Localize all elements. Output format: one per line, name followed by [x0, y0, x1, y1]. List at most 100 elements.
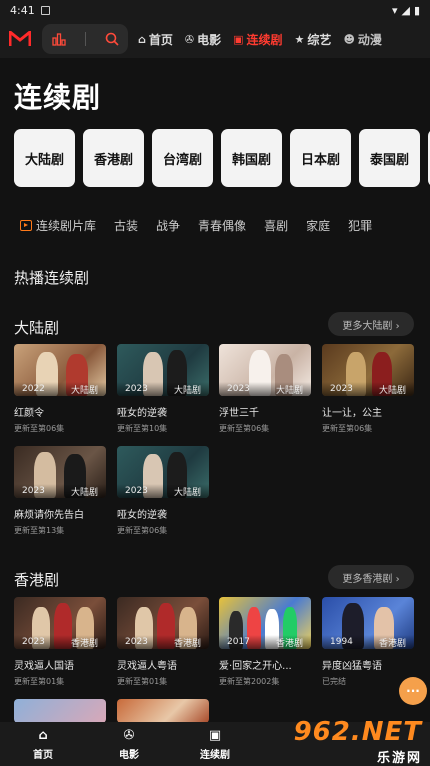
- episode-status: 更新至第13集: [14, 526, 65, 535]
- film-reel-icon: ✇: [123, 727, 135, 743]
- bottom-tab-series[interactable]: ▣ 连续剧: [172, 722, 258, 766]
- show-card[interactable]: 1994 香港剧 异度凶猛粤语 已完结: [322, 597, 414, 687]
- filter-item[interactable]: 战争: [156, 217, 180, 234]
- show-card[interactable]: 2023 香港剧 灵戏逼人国语 更新至第01集: [14, 597, 106, 687]
- show-card-partial[interactable]: [14, 699, 106, 723]
- poster-badge: 2023 大陆剧: [322, 382, 414, 396]
- poster-badge: 2023 大陆剧: [219, 382, 311, 396]
- tab-home[interactable]: ⌂ 首页: [138, 31, 173, 48]
- app-logo[interactable]: [0, 31, 40, 47]
- more-hongkong-button[interactable]: 更多香港剧 ›: [328, 565, 414, 589]
- region-chips: 大陆剧 香港剧 台湾剧 韩国剧 日本剧 泰国剧: [14, 129, 430, 187]
- region-chip[interactable]: 香港剧: [83, 129, 144, 187]
- section-title: 香港剧: [14, 571, 60, 589]
- poster-image: 2022 大陆剧: [14, 344, 106, 396]
- poster-badge: 2023 大陆剧: [117, 484, 209, 498]
- bottom-tab-label: 连续剧: [200, 749, 230, 761]
- tv-icon: ▣: [233, 32, 244, 46]
- episode-status: 更新至第06集: [322, 424, 373, 433]
- show-title: 灵戏逼人国语: [14, 661, 74, 672]
- poster-badge: 1994 香港剧: [322, 635, 414, 649]
- poster-image: 2023 大陆剧: [219, 344, 311, 396]
- signal-icon: ◢: [401, 3, 410, 17]
- tab-variety[interactable]: ★ 综艺: [295, 31, 332, 48]
- watermark-text: 乐游网: [376, 750, 422, 766]
- ranking-icon[interactable]: [51, 32, 66, 46]
- region-chip[interactable]: 大陆剧: [14, 129, 75, 187]
- search-bar[interactable]: [42, 24, 128, 54]
- filter-item[interactable]: 喜剧: [264, 217, 288, 234]
- show-title: 让一让，公主: [322, 408, 382, 419]
- watermark-logo: 962.NET: [293, 716, 422, 747]
- region-chip[interactable]: 台湾剧: [152, 129, 213, 187]
- show-card[interactable]: 2017 香港剧 爱·回家之开心... 更新至第2002集: [219, 597, 311, 687]
- tv-icon: ▣: [208, 727, 222, 743]
- filter-item[interactable]: 犯罪: [348, 217, 372, 234]
- show-card-partial[interactable]: [117, 699, 209, 723]
- more-options-fab[interactable]: ···: [399, 677, 427, 705]
- poster-image: 2023 香港剧: [14, 597, 106, 649]
- site-watermark: 962.NET 乐游网: [290, 716, 430, 766]
- battery-icon: ▮: [413, 3, 420, 17]
- series-library-link[interactable]: 连续剧片库: [20, 217, 96, 234]
- status-bar: 4:41 ▾ ◢ ▮: [0, 0, 430, 20]
- section-title: 大陆剧: [14, 319, 60, 337]
- region-chip[interactable]: 泰国剧: [359, 129, 420, 187]
- bottom-tab-movies[interactable]: ✇ 电影: [86, 722, 172, 766]
- tab-label: 动漫: [357, 32, 382, 47]
- filter-label: 连续剧片库: [36, 219, 97, 233]
- show-card[interactable]: 2023 大陆剧 麻烦请你先告白 更新至第13集: [14, 446, 106, 536]
- episode-status: 更新至第06集: [14, 424, 65, 433]
- show-title: 哑女的逆袭: [117, 408, 167, 419]
- poster-image: 2023 大陆剧: [14, 446, 106, 498]
- show-title: 灵戏逼人粤语: [117, 661, 177, 672]
- tab-series[interactable]: ▣ 连续剧: [233, 31, 282, 48]
- bottom-tab-home[interactable]: ⌂ 首页: [0, 722, 86, 766]
- poster-image: [117, 699, 209, 723]
- episode-status: 更新至第06集: [219, 424, 270, 433]
- poster-image: 2023 香港剧: [117, 597, 209, 649]
- episode-status: 更新至第01集: [117, 677, 168, 686]
- episode-status: 更新至第06集: [117, 526, 168, 535]
- poster-image: 1994 香港剧: [322, 597, 414, 649]
- show-title: 红颜令: [14, 408, 44, 419]
- home-icon: ⌂: [138, 32, 146, 46]
- tab-label: 首页: [148, 32, 173, 47]
- star-icon: ★: [294, 32, 305, 46]
- poster-badge: 2023 香港剧: [117, 635, 209, 649]
- poster-badge: 2023 香港剧: [14, 635, 106, 649]
- poster-badge: 2022 大陆剧: [14, 382, 106, 396]
- genre-filters: 连续剧片库 古装 战争 青春偶像 喜剧 家庭 犯罪: [20, 217, 372, 234]
- tab-label: 连续剧: [246, 32, 283, 47]
- wifi-icon: ▾: [391, 3, 398, 17]
- tab-movies[interactable]: ✇ 电影: [185, 31, 221, 48]
- play-library-icon: [20, 220, 32, 231]
- show-card[interactable]: 2022 大陆剧 红颜令 更新至第06集: [14, 344, 106, 434]
- tab-anime[interactable]: ☻ 动漫: [343, 31, 381, 48]
- nav-tabs: ⌂ 首页 ✇ 电影 ▣ 连续剧 ★ 综艺 ☻ 动漫: [138, 31, 382, 48]
- show-title: 异度凶猛粤语: [322, 661, 382, 672]
- search-icon[interactable]: [105, 32, 119, 46]
- show-card[interactable]: 2023 大陆剧 浮世三千 更新至第06集: [219, 344, 311, 434]
- episode-status: 更新至第2002集: [219, 677, 280, 686]
- region-chip[interactable]: 日本剧: [290, 129, 351, 187]
- poster-badge: 2017 香港剧: [219, 635, 311, 649]
- show-card[interactable]: 2023 大陆剧 哑女的逆袭 更新至第06集: [117, 446, 209, 536]
- show-title: 浮世三千: [219, 408, 259, 419]
- tab-label: 综艺: [307, 32, 332, 47]
- show-card[interactable]: 2023 大陆剧 让一让，公主 更新至第06集: [322, 344, 414, 434]
- poster-badge: 2023 大陆剧: [117, 382, 209, 396]
- poster-image: [14, 699, 106, 723]
- more-mainland-button[interactable]: 更多大陆剧 ›: [328, 312, 414, 336]
- episode-status: 更新至第01集: [14, 677, 65, 686]
- filter-item[interactable]: 青春偶像: [198, 217, 246, 234]
- hot-series-heading: 热播连续剧: [14, 269, 90, 287]
- page-title: 连续剧: [14, 81, 102, 114]
- filter-item[interactable]: 家庭: [306, 217, 330, 234]
- show-title: 爱·回家之开心...: [219, 661, 292, 672]
- show-card[interactable]: 2023 大陆剧 哑女的逆袭 更新至第10集: [117, 344, 209, 434]
- status-time: 4:41: [10, 3, 35, 17]
- region-chip[interactable]: 韩国剧: [221, 129, 282, 187]
- show-card[interactable]: 2023 香港剧 灵戏逼人粤语 更新至第01集: [117, 597, 209, 687]
- filter-item[interactable]: 古装: [114, 217, 138, 234]
